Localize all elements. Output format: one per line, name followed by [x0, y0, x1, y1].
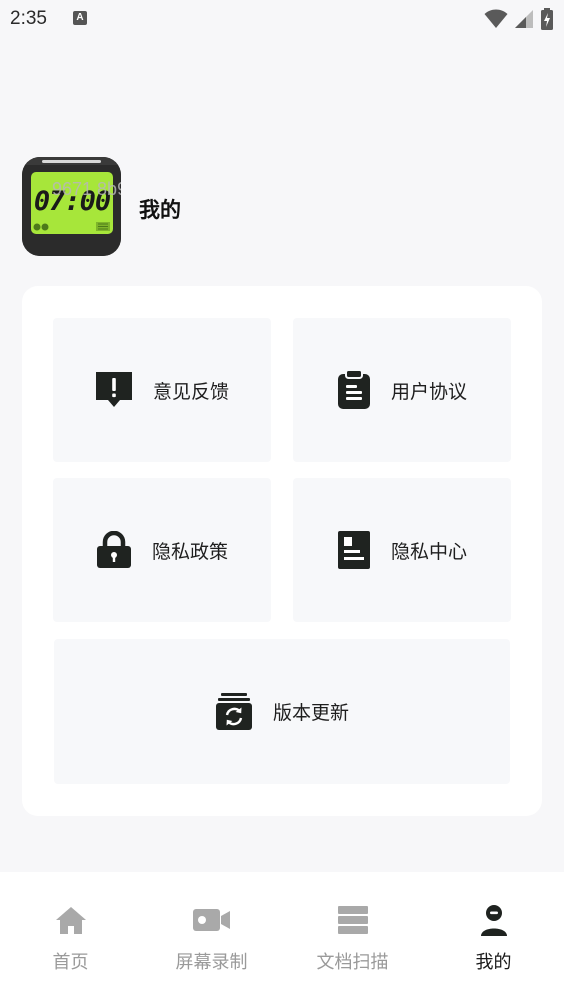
privacy-policy-label: 隐私政策	[151, 540, 228, 563]
wifi-icon	[484, 9, 508, 28]
feedback-icon	[95, 371, 133, 409]
menu-card: 意见反馈 用户协议 隐私政策 隐私中心 版本更新	[22, 286, 542, 816]
nav-label-home: 首页	[52, 952, 89, 973]
nav-label-mine: 我的	[475, 952, 512, 973]
status-icons	[484, 8, 554, 30]
user-icon	[480, 905, 507, 936]
bottom-nav: 首页 屏幕录制 文档扫描 我的	[0, 872, 564, 1002]
user-agreement-tile[interactable]: 用户协议	[293, 318, 511, 462]
font-a-icon: A	[73, 11, 87, 25]
app-logo-avatar: 07:00 9671 8b99	[22, 156, 121, 256]
user-agreement-label: 用户协议	[390, 380, 467, 403]
signal-icon	[515, 10, 533, 28]
nav-item-mine[interactable]: 我的	[423, 902, 564, 974]
video-camera-icon	[192, 909, 230, 931]
privacy-center-label: 隐私中心	[390, 540, 467, 563]
version-update-label: 版本更新	[272, 702, 349, 724]
home-icon	[55, 907, 86, 934]
battery-charging-icon	[541, 8, 553, 30]
version-update-tile[interactable]: 版本更新	[54, 639, 510, 784]
nav-item-doc-scan[interactable]: 文档扫描	[282, 902, 423, 974]
privacy-policy-tile[interactable]: 隐私政策	[53, 478, 271, 622]
profile-name: 我的	[139, 198, 181, 222]
document-stack-icon	[337, 906, 368, 934]
nav-label-screen-record: 屏幕录制	[175, 952, 248, 973]
privacy-center-tile[interactable]: 隐私中心	[293, 478, 511, 622]
feedback-label: 意见反馈	[152, 380, 229, 403]
mine-screen: 2:35 A 07:00 9671 8b 我的 意见反馈 用户协议 隐私政策 隐…	[0, 0, 564, 1002]
status-time: 2:35	[10, 8, 47, 29]
feedback-tile[interactable]: 意见反馈	[53, 318, 271, 462]
nav-label-doc-scan: 文档扫描	[316, 952, 389, 973]
profile-header: 07:00 9671 8b99 我的	[22, 156, 181, 256]
refresh-icon	[215, 692, 253, 731]
clipboard-icon	[337, 370, 371, 410]
id-card-icon	[337, 530, 371, 570]
lock-icon	[96, 531, 132, 569]
nav-item-home[interactable]: 首页	[0, 902, 141, 974]
logo-watermark: 9671 8b99	[52, 178, 121, 199]
nav-item-screen-record[interactable]: 屏幕录制	[141, 902, 282, 974]
status-bar: 2:35 A	[0, 0, 564, 40]
